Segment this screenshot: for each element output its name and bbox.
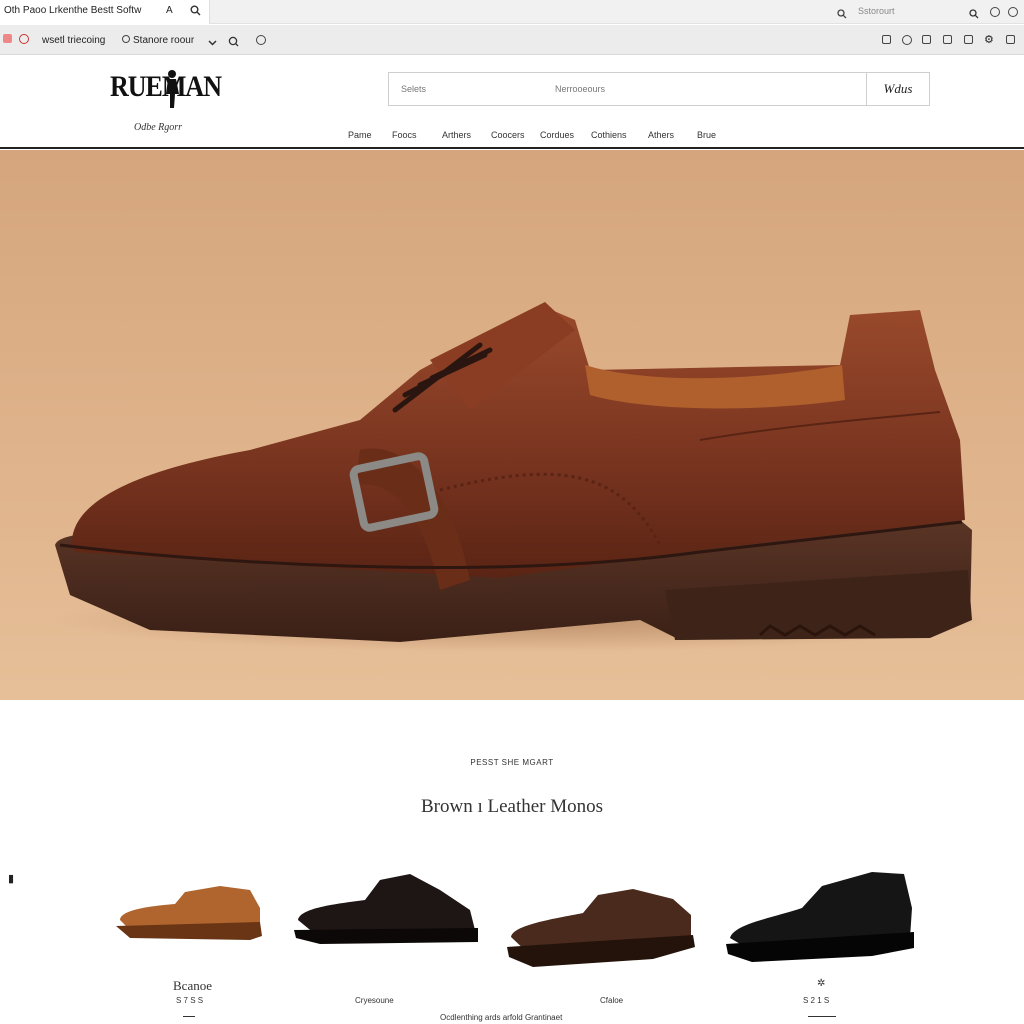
gear-icon[interactable]: ⚙ — [984, 33, 994, 46]
footer-text: Ocdlenthing ards arfold Grantinaet — [440, 1013, 563, 1022]
menu-icon[interactable] — [1008, 7, 1018, 17]
chevron-down-icon[interactable] — [208, 34, 217, 52]
tabs-icon[interactable] — [964, 35, 973, 44]
search-icon[interactable] — [228, 34, 239, 52]
product-card[interactable] — [290, 870, 485, 955]
product-image — [507, 889, 695, 967]
extension-icon[interactable] — [19, 34, 29, 44]
tab-letter: A — [166, 5, 173, 16]
toolbar-label[interactable]: wsetl triecoing — [42, 35, 105, 46]
nav-item-6[interactable]: Cothiens — [591, 130, 627, 140]
section-eyebrow: PESST SHE MGART — [470, 758, 554, 767]
product-sub: S 7 S S — [176, 996, 204, 1005]
tab-title: Oth Paoo Lrkenthe Bestt Softw — [4, 5, 142, 16]
favicon-icon — [3, 34, 12, 43]
nav-item-5[interactable]: Cordues — [540, 130, 574, 140]
product-card[interactable] — [503, 885, 698, 975]
browser-tab[interactable]: Oth Paoo Lrkenthe Bestt Softw A — [0, 0, 210, 24]
product-image — [726, 872, 914, 962]
site-header: RUEMAN Odbe Rgorr Selets Nerrooeours Wdu… — [0, 56, 1024, 149]
profile-name[interactable]: Stanore roour — [133, 35, 194, 46]
nav-item-7[interactable]: Athers — [648, 130, 674, 140]
logo-tagline: Odbe Rgorr — [134, 122, 183, 133]
search-category[interactable]: Selets — [401, 84, 426, 94]
logo-figure-icon — [166, 70, 179, 108]
nav-item-8[interactable]: Brue — [697, 130, 716, 140]
product-card[interactable] — [722, 868, 917, 968]
search-input[interactable]: Nerrooeours — [555, 84, 605, 94]
search-button[interactable]: Wdus — [866, 73, 929, 105]
product-badge-icon: ✲ — [817, 978, 826, 989]
share-icon[interactable] — [943, 35, 952, 44]
nav-item-3[interactable]: Arthers — [442, 130, 471, 140]
browser-toolbar: wsetl triecoing Stanore roour ⚙ — [0, 25, 1024, 55]
profile-icon[interactable] — [990, 7, 1000, 17]
settings-icon[interactable] — [256, 35, 266, 45]
search-icon[interactable] — [969, 6, 979, 24]
hero-banner — [0, 150, 1024, 700]
bookmark-icon[interactable] — [882, 35, 891, 44]
product-sub: S 2 1 S — [803, 996, 830, 1005]
search-icon[interactable] — [190, 5, 201, 19]
product-image — [294, 874, 478, 944]
product-name[interactable]: Bcanoe — [173, 978, 212, 994]
browser-tab-bar: Oth Paoo Lrkenthe Bestt Softw A Sstorour… — [0, 0, 1024, 24]
nav-item-4[interactable]: Coocers — [491, 130, 525, 140]
hero-shoe-image[interactable] — [0, 150, 1024, 700]
omnibox-placeholder: Sstorourt — [858, 6, 895, 16]
product-image — [116, 886, 262, 940]
search-icon — [837, 6, 847, 24]
active-underline — [808, 1016, 836, 1017]
download-icon[interactable] — [922, 35, 931, 44]
section-title: Brown ı Leather Monos — [420, 796, 604, 817]
history-icon[interactable] — [902, 35, 912, 45]
more-icon[interactable] — [1006, 35, 1015, 44]
search-bar[interactable]: Selets Nerrooeours Wdus — [388, 72, 930, 106]
nav-item-1[interactable]: Pame — [348, 130, 372, 140]
product-sub: Cfaloe — [600, 996, 624, 1005]
product-card[interactable] — [110, 878, 270, 950]
omnibox[interactable] — [830, 3, 970, 20]
side-tab-icon[interactable]: ▮ — [8, 872, 14, 885]
nav-item-2[interactable]: Foocs — [392, 130, 417, 140]
divider — [183, 1016, 195, 1017]
profile-icon — [122, 35, 130, 43]
product-sub: Cryesoune — [355, 996, 394, 1005]
